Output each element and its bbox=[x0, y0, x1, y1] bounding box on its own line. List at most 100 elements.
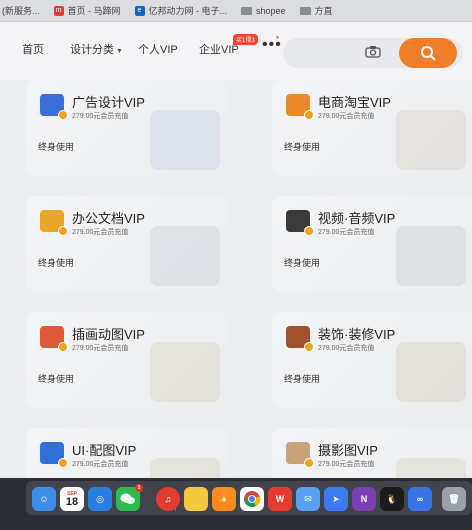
card-title: 插画动图VIP bbox=[72, 327, 145, 342]
bookmark-label: shopee bbox=[256, 5, 286, 16]
folder-icon bbox=[299, 6, 311, 15]
vip-badge-icon bbox=[304, 110, 314, 120]
card-decoration bbox=[396, 110, 466, 170]
vip-card-video-audio[interactable]: 视频·音频VIP 279.00元会员充值 终身使用 bbox=[272, 196, 472, 292]
card-decoration bbox=[150, 110, 220, 170]
card-price: 279.00元会员充值 bbox=[318, 113, 375, 120]
wechat-bubbles-icon bbox=[120, 493, 135, 504]
finder-icon[interactable]: ☺ bbox=[32, 487, 56, 511]
vip-card-ad-design[interactable]: 广告设计VIP 279.00元会员充值 终身使用 bbox=[26, 80, 228, 176]
bookmark-label: 首页 - 马蹄网 bbox=[67, 6, 121, 16]
nav-personal-vip[interactable]: 个人VIP bbox=[138, 41, 178, 57]
folder-icon bbox=[241, 6, 252, 15]
card-title: 摄影图VIP bbox=[318, 443, 378, 458]
card-price: 279.00元会员充值 bbox=[318, 345, 375, 352]
card-term: 终身使用 bbox=[284, 374, 321, 384]
taobao-bag-icon bbox=[286, 94, 314, 120]
card-title: 视频·音频VIP bbox=[318, 211, 396, 226]
search-bar[interactable] bbox=[283, 38, 463, 68]
camera-photo-icon bbox=[286, 442, 314, 468]
vip-card-grid: 广告设计VIP 279.00元会员充值 终身使用 电商淘宝VIP 279.00元… bbox=[0, 80, 472, 524]
card-term: 终身使用 bbox=[284, 142, 321, 152]
chrome-icon[interactable] bbox=[240, 487, 264, 511]
ui-monitor-icon bbox=[40, 442, 68, 468]
card-title: UI·配图VIP bbox=[72, 443, 137, 458]
nav-label: 设计分类 bbox=[70, 44, 114, 56]
card-term: 终身使用 bbox=[284, 258, 321, 268]
card-decoration bbox=[150, 226, 220, 286]
card-price: 279.00元会员充值 bbox=[72, 229, 129, 236]
calendar-day: 18 bbox=[65, 495, 79, 508]
camera-icon[interactable] bbox=[365, 45, 381, 58]
card-term: 终身使用 bbox=[38, 258, 75, 268]
card-term: 终身使用 bbox=[38, 374, 75, 384]
more-menu-icon[interactable]: ••• • bbox=[262, 33, 282, 54]
notification-dot: • bbox=[276, 33, 280, 42]
card-decoration bbox=[396, 342, 466, 402]
bookmarks-bar: (新服务... m 首页 - 马蹄网 e 亿邦动力网 - 电子... shope… bbox=[0, 0, 472, 22]
furniture-icon bbox=[286, 326, 314, 352]
clapperboard-icon bbox=[286, 210, 314, 236]
bookmark-label: 亿邦动力网 - 电子... bbox=[148, 6, 228, 16]
card-price: 279.00元会员充值 bbox=[318, 461, 375, 468]
bookmark-item[interactable]: e 亿邦动力网 - 电子... bbox=[134, 4, 228, 17]
card-price: 279.00元会员充值 bbox=[72, 461, 129, 468]
bookmark-folder[interactable]: 方直 bbox=[299, 4, 333, 17]
bookmark-item[interactable]: m 首页 - 马蹄网 bbox=[53, 4, 121, 17]
illustration-icon bbox=[40, 326, 68, 352]
vip-badge-icon bbox=[58, 226, 68, 236]
vip-badge-icon bbox=[58, 342, 68, 352]
wps-icon[interactable]: W bbox=[268, 487, 292, 511]
vip-badge-icon bbox=[304, 458, 314, 468]
card-decoration bbox=[150, 342, 220, 402]
chrome-logo-icon bbox=[244, 491, 261, 508]
nav-design-category[interactable]: 设计分类 ▼ bbox=[70, 41, 123, 57]
card-title: 办公文档VIP bbox=[72, 211, 145, 226]
safari-icon[interactable]: ◎ bbox=[88, 487, 112, 511]
chat-icon[interactable]: ✉ bbox=[296, 487, 320, 511]
vip-card-office-docs[interactable]: 办公文档VIP 279.00元会员充值 终身使用 bbox=[26, 196, 228, 292]
bookmark-folder[interactable]: shopee bbox=[241, 6, 286, 16]
search-icon bbox=[421, 46, 436, 61]
card-price: 279.00元会员充值 bbox=[318, 229, 375, 236]
wechat-icon[interactable]: 1 bbox=[116, 484, 143, 511]
card-title: 广告设计VIP bbox=[72, 95, 145, 110]
vip-card-illustration[interactable]: 插画动图VIP 279.00元会员充值 终身使用 bbox=[26, 312, 228, 408]
bookmark-item[interactable]: (新服务... bbox=[2, 4, 40, 17]
mayi-logo-icon: m bbox=[53, 5, 64, 16]
notes-icon[interactable] bbox=[184, 487, 208, 511]
feishu-icon[interactable]: ➤ bbox=[324, 487, 348, 511]
bookmark-label: (新服务... bbox=[2, 6, 40, 16]
vip-badge-icon bbox=[58, 110, 68, 120]
baidu-netdisk-icon[interactable]: ∞ bbox=[408, 487, 432, 511]
qq-icon[interactable]: 🐧 bbox=[380, 487, 404, 511]
card-title: 电商淘宝VIP bbox=[318, 95, 391, 110]
search-button[interactable] bbox=[399, 38, 457, 68]
card-price: 279.00元会员充值 bbox=[72, 345, 129, 352]
top-nav: 首页 设计分类 ▼ 个人VIP 企业VIP 买1得3 ••• • bbox=[0, 22, 472, 80]
calendar-icon[interactable]: SEP 18 bbox=[60, 487, 84, 511]
vip-badge-icon bbox=[304, 226, 314, 236]
vip-badge-icon bbox=[304, 342, 314, 352]
card-title: 装饰·装修VIP bbox=[318, 327, 396, 342]
card-term: 终身使用 bbox=[38, 142, 75, 152]
vip-card-ecommerce[interactable]: 电商淘宝VIP 279.00元会员充值 终身使用 bbox=[272, 80, 472, 176]
chevron-down-icon: ▼ bbox=[116, 48, 123, 55]
vip-card-decoration[interactable]: 装饰·装修VIP 279.00元会员充值 终身使用 bbox=[272, 312, 472, 408]
app-orange-icon[interactable]: ● bbox=[212, 487, 236, 511]
promo-badge: 买1得3 bbox=[233, 34, 258, 45]
card-decoration bbox=[396, 226, 466, 286]
ebrun-logo-icon: e bbox=[134, 5, 145, 16]
office-doc-icon bbox=[40, 210, 68, 236]
trash-icon[interactable]: 🗑 bbox=[442, 487, 466, 511]
vip-badge-icon bbox=[58, 458, 68, 468]
bookmark-label: 方直 bbox=[314, 6, 333, 16]
notification-badge: 1 bbox=[135, 484, 143, 492]
ad-design-icon bbox=[40, 94, 68, 120]
onenote-icon[interactable]: N bbox=[352, 487, 376, 511]
netease-music-icon[interactable]: ♫ bbox=[156, 487, 180, 511]
card-price: 279.00元会员充值 bbox=[72, 113, 129, 120]
macos-dock: ☺ SEP 18 ◎ 1 ♫ ● W ✉ ➤ N 🐧 ∞ 🗑 bbox=[0, 478, 472, 530]
nav-home[interactable]: 首页 bbox=[22, 41, 44, 57]
dock-bar: ☺ SEP 18 ◎ 1 ♫ ● W ✉ ➤ N 🐧 ∞ 🗑 bbox=[26, 481, 472, 515]
